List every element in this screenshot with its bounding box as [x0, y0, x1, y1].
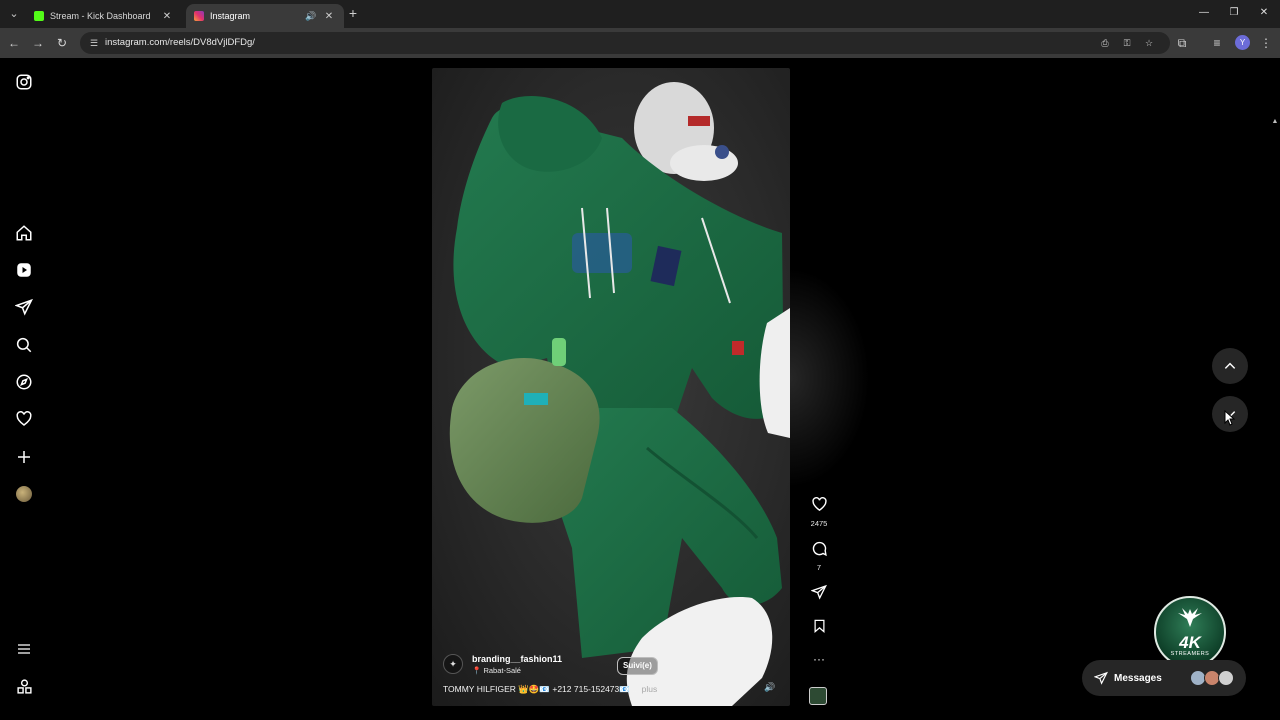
bookmark-star-icon[interactable]: ☆	[1143, 37, 1155, 49]
more-menu-icon[interactable]	[14, 639, 34, 659]
site-info-icon[interactable]: ☰	[88, 37, 100, 49]
extensions-icon[interactable]: ⧉	[1174, 35, 1190, 51]
watermark-small-text: STREAMERS	[1170, 651, 1210, 657]
reel-caption[interactable]: TOMMY HILFIGER 👑🤩📧 +212 715-152473📧 ... …	[443, 684, 657, 695]
comment-icon	[812, 541, 827, 557]
video-glow	[790, 268, 870, 488]
create-plus-icon[interactable]	[14, 447, 34, 467]
streamer-watermark-logo: 4K STREAMERS	[1154, 596, 1226, 668]
explore-compass-icon[interactable]	[14, 372, 34, 392]
share-button[interactable]	[806, 584, 832, 605]
previous-reel-button[interactable]	[1212, 348, 1248, 384]
also-from-meta-icon[interactable]	[14, 676, 34, 696]
forward-icon[interactable]: →	[30, 35, 46, 51]
messages-label: Messages	[1114, 672, 1162, 684]
like-button[interactable]: 2475	[806, 496, 832, 528]
heart-notifications-icon[interactable]	[14, 409, 34, 429]
messages-button[interactable]: Messages	[1082, 660, 1246, 696]
kick-icon	[34, 11, 44, 21]
location-text: Rabat-Salé	[483, 666, 521, 675]
follow-button[interactable]: Suivi(e)	[617, 657, 658, 675]
tab-instagram[interactable]: Instagram 🔊 ✕	[186, 4, 344, 28]
profile-avatar-icon[interactable]	[14, 484, 34, 504]
bookmark-icon	[814, 619, 824, 633]
address-toolbar: ← → ↻ ☰ instagram.com/reels/DV8dVjlDFDg/…	[0, 28, 1280, 58]
instagram-logo-icon[interactable]	[14, 72, 34, 92]
menu-dots-icon[interactable]: ⋮	[1258, 35, 1274, 51]
caption-text: TOMMY HILFIGER 👑🤩📧 +212 715-152473📧 ...	[443, 684, 640, 694]
browser-tab-strip: ⌄ Stream - Kick Dashboard ✕ Instagram 🔊 …	[0, 0, 1280, 28]
mouse-cursor-icon	[1224, 410, 1235, 426]
phoenix-icon	[1178, 608, 1202, 627]
chevron-up-icon	[1224, 362, 1236, 369]
install-app-icon[interactable]: ⎙	[1099, 37, 1111, 49]
share-icon	[810, 584, 827, 600]
profile-avatar[interactable]: Y	[1235, 35, 1250, 50]
close-tab-icon[interactable]: ✕	[322, 11, 336, 22]
save-button[interactable]	[806, 618, 832, 639]
omnibox[interactable]: ☰ instagram.com/reels/DV8dVjlDFDg/ ⎙ ⚿ ☆	[80, 32, 1170, 54]
watermark-big-text: 4K	[1179, 633, 1201, 652]
reel-info: ✦ branding__fashion11 📍 Rabat-Salé Suivi…	[443, 654, 783, 700]
bag-shape	[449, 358, 600, 523]
url-text[interactable]: instagram.com/reels/DV8dVjlDFDg/	[105, 37, 255, 48]
reload-icon[interactable]: ↻	[54, 35, 70, 51]
author-username[interactable]: branding__fashion11	[472, 654, 562, 664]
media-control-icon[interactable]: ≡	[1209, 35, 1225, 51]
tab-title: Stream - Kick Dashboard	[50, 11, 151, 21]
speaker-icon[interactable]: 🔊	[304, 11, 318, 22]
author-avatar[interactable]: ✦	[443, 654, 463, 674]
tab-title: Instagram	[210, 11, 251, 21]
direct-messages-icon[interactable]	[14, 297, 34, 317]
reel-image	[449, 82, 790, 706]
more-link[interactable]: plus	[642, 684, 658, 694]
comment-button[interactable]: 7	[806, 540, 832, 572]
new-tab-icon[interactable]: +	[346, 6, 360, 20]
close-window-icon[interactable]: ✕	[1254, 5, 1274, 21]
instagram-page: ✦ branding__fashion11 📍 Rabat-Salé Suivi…	[0, 58, 1280, 720]
search-icon[interactable]	[14, 335, 34, 355]
reel-video[interactable]	[432, 68, 790, 706]
home-icon[interactable]	[14, 223, 34, 243]
audio-thumbnail[interactable]	[809, 687, 827, 705]
tab-kick-dashboard[interactable]: Stream - Kick Dashboard ✕	[26, 4, 182, 28]
speaker-icon[interactable]: 🔊	[763, 680, 777, 694]
password-key-icon[interactable]: ⚿	[1121, 37, 1133, 49]
direct-messages-icon	[1094, 671, 1108, 685]
restore-icon[interactable]: ❐	[1224, 5, 1244, 21]
avatar	[1218, 670, 1234, 686]
heart-icon	[811, 497, 827, 512]
reel-location[interactable]: 📍 Rabat-Salé	[472, 666, 521, 675]
tab-search-icon[interactable]: ⌄	[6, 6, 22, 22]
minimize-icon[interactable]: —	[1194, 5, 1214, 21]
comment-count: 7	[816, 563, 822, 572]
instagram-icon	[194, 11, 204, 21]
back-icon[interactable]: ←	[6, 35, 22, 51]
scrollbar-up-arrow[interactable]: ▲	[1270, 118, 1280, 128]
more-options-icon[interactable]: ···	[806, 652, 832, 666]
like-count: 2475	[810, 519, 828, 528]
close-tab-icon[interactable]: ✕	[160, 11, 174, 22]
reels-icon[interactable]	[14, 260, 34, 280]
